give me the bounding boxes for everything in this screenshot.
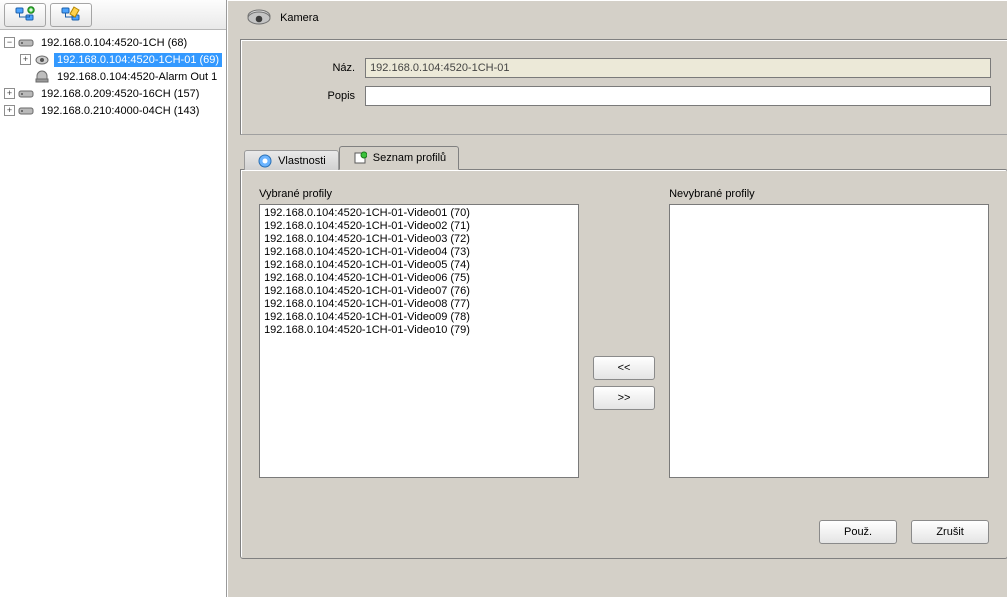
device-tree[interactable]: − 192.168.0.104:4520-1CH (68) + 192.168.… xyxy=(0,30,226,597)
desc-input[interactable] xyxy=(365,86,991,106)
tab-properties[interactable]: Vlastnosti xyxy=(244,150,339,170)
left-panel: − 192.168.0.104:4520-1CH (68) + 192.168.… xyxy=(0,0,227,597)
list-item[interactable]: 192.168.0.104:4520-1CH-01-Video02 (71) xyxy=(264,220,574,233)
tab-label: Vlastnosti xyxy=(278,155,326,167)
tree-label: 192.168.0.104:4520-1CH (68) xyxy=(38,36,190,50)
list-item[interactable]: 192.168.0.104:4520-1CH-01-Video04 (73) xyxy=(264,246,574,259)
list-item[interactable]: 192.168.0.104:4520-1CH-01-Video06 (75) xyxy=(264,272,574,285)
right-panel: Kamera Náz. Popis Vlastnosti xyxy=(227,0,1007,597)
tree-label: 192.168.0.209:4520-16CH (157) xyxy=(38,87,202,101)
move-right-button[interactable]: >> xyxy=(593,386,655,410)
apply-button[interactable]: Použ. xyxy=(819,520,897,544)
tab-label: Seznam profilů xyxy=(373,152,446,164)
tree-node[interactable]: + 192.168.0.104:4520-1CH-01 (69) xyxy=(2,51,226,68)
tab-bar: Vlastnosti Seznam profilů xyxy=(240,145,1007,169)
selected-profiles-listbox[interactable]: 192.168.0.104:4520-1CH-01-Video01 (70)19… xyxy=(259,204,579,478)
tree-label: 192.168.0.210:4000-04CH (143) xyxy=(38,104,202,118)
name-input[interactable] xyxy=(365,58,991,78)
camera-header-icon xyxy=(246,7,272,29)
toolbar-network-edit-button[interactable] xyxy=(50,3,92,27)
list-item[interactable]: 192.168.0.104:4520-1CH-01-Video07 (76) xyxy=(264,285,574,298)
tab-body: Vybrané profily 192.168.0.104:4520-1CH-0… xyxy=(240,169,1007,559)
properties-icon xyxy=(257,153,273,169)
list-item[interactable]: 192.168.0.104:4520-1CH-01-Video05 (74) xyxy=(264,259,574,272)
tree-expand-icon[interactable]: + xyxy=(20,54,31,65)
list-item[interactable]: 192.168.0.104:4520-1CH-01-Video01 (70) xyxy=(264,207,574,220)
tree-label: 192.168.0.104:4520-1CH-01 (69) xyxy=(54,53,222,67)
list-item[interactable]: 192.168.0.104:4520-1CH-01-Video10 (79) xyxy=(264,324,574,337)
tree-label: 192.168.0.104:4520-Alarm Out 1 xyxy=(54,70,220,84)
desc-label: Popis xyxy=(257,90,365,102)
alarm-icon xyxy=(34,70,50,84)
form-area: Náz. Popis xyxy=(240,39,1007,135)
dual-list: Vybrané profily 192.168.0.104:4520-1CH-0… xyxy=(259,188,989,478)
list-item[interactable]: 192.168.0.104:4520-1CH-01-Video03 (72) xyxy=(264,233,574,246)
toolbar-network-add-button[interactable] xyxy=(4,3,46,27)
dvr-icon xyxy=(18,104,34,118)
tree-node[interactable]: + 192.168.0.210:4000-04CH (143) xyxy=(2,102,226,119)
selected-profiles-label: Vybrané profily xyxy=(259,188,579,200)
panel-header: Kamera xyxy=(228,1,1007,33)
move-left-button[interactable]: << xyxy=(593,356,655,380)
tree-spacer xyxy=(20,71,31,82)
camera-icon xyxy=(34,53,50,67)
panel-title: Kamera xyxy=(280,12,319,24)
name-label: Náz. xyxy=(257,62,365,74)
dvr-icon xyxy=(18,36,34,50)
tree-expand-icon[interactable]: + xyxy=(4,105,15,116)
list-item[interactable]: 192.168.0.104:4520-1CH-01-Video09 (78) xyxy=(264,311,574,324)
list-item[interactable]: 192.168.0.104:4520-1CH-01-Video08 (77) xyxy=(264,298,574,311)
tree-node[interactable]: + 192.168.0.209:4520-16CH (157) xyxy=(2,85,226,102)
dvr-icon xyxy=(18,87,34,101)
tree-node[interactable]: 192.168.0.104:4520-Alarm Out 1 xyxy=(2,68,226,85)
unselected-profiles-listbox[interactable] xyxy=(669,204,989,478)
cancel-button[interactable]: Zrušit xyxy=(911,520,989,544)
unselected-profiles-label: Nevybrané profily xyxy=(669,188,989,200)
tree-node[interactable]: − 192.168.0.104:4520-1CH (68) xyxy=(2,34,226,51)
tree-collapse-icon[interactable]: − xyxy=(4,37,15,48)
profiles-icon xyxy=(352,150,368,166)
tree-expand-icon[interactable]: + xyxy=(4,88,15,99)
toolbar xyxy=(0,0,226,30)
tab-profiles[interactable]: Seznam profilů xyxy=(339,146,459,170)
